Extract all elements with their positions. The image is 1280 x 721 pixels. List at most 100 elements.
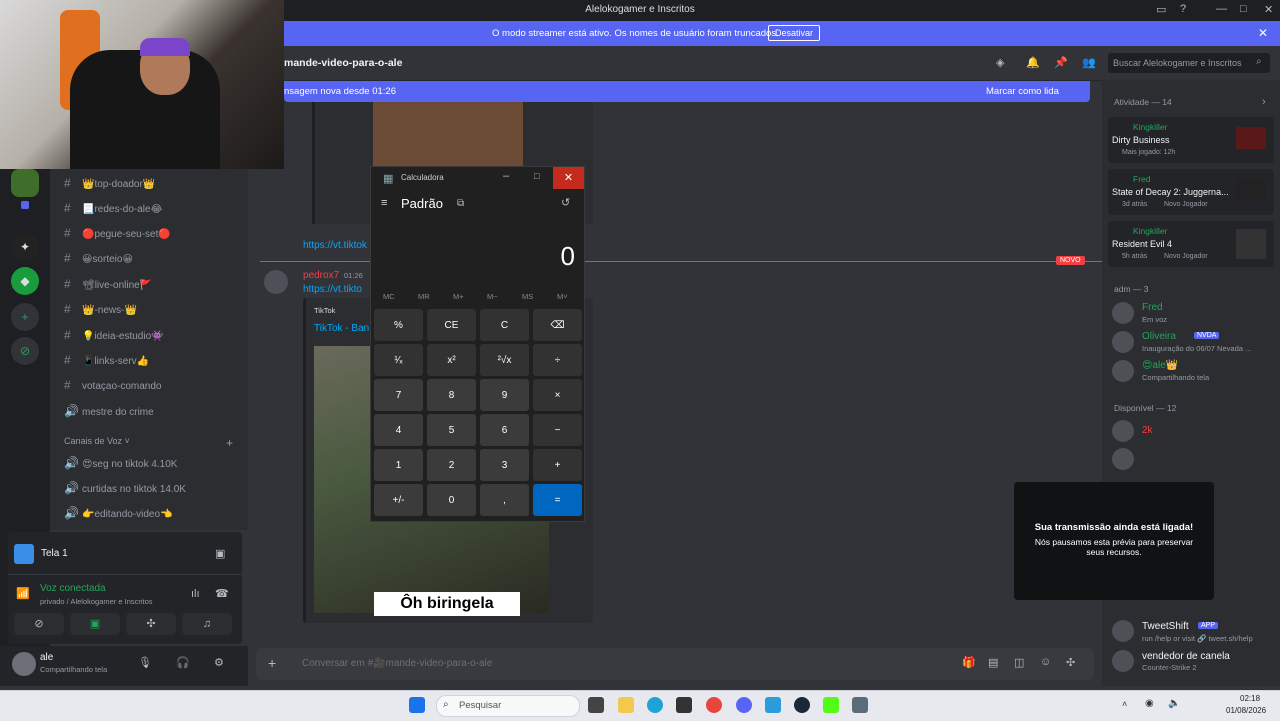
channel-item[interactable]: # 📃redes-do-ale😂 xyxy=(64,201,162,215)
avatar[interactable] xyxy=(1112,650,1134,672)
activity-card[interactable]: Kingkiller Resident Evil 4 5h atrás Novo… xyxy=(1108,221,1274,267)
search-input[interactable]: Buscar Alelokogamer e Inscritos ⌕ xyxy=(1108,53,1270,73)
steam-icon[interactable] xyxy=(794,697,810,713)
camera-off-button[interactable]: ⊘ xyxy=(14,613,64,635)
settings-gear-icon[interactable]: ⚙ xyxy=(214,656,224,669)
folder-icon[interactable] xyxy=(21,201,29,209)
memory-list-button[interactable]: M˅ xyxy=(557,292,568,301)
close-window-button[interactable]: ✕ xyxy=(1264,3,1273,16)
bell-icon[interactable]: 🔔 xyxy=(1026,56,1040,69)
microphone-icon[interactable]: 🎙 xyxy=(138,656,152,669)
multiply-key[interactable]: × xyxy=(533,379,582,411)
channel-item[interactable]: 🔊 mestre do crime xyxy=(64,404,154,418)
stop-share-icon[interactable]: ▣ xyxy=(215,547,225,560)
headphones-icon[interactable]: 🎧 xyxy=(176,656,190,669)
digit-4-key[interactable]: 4 xyxy=(374,414,423,446)
clock-date[interactable]: 01/08/2026 xyxy=(1226,706,1266,715)
channel-item[interactable]: # 👑top-doador👑 xyxy=(64,176,155,190)
network-icon[interactable]: ◉ xyxy=(1145,698,1154,709)
avatar[interactable] xyxy=(1112,420,1134,442)
member-name[interactable]: Oliveira xyxy=(1142,331,1176,342)
server-icon[interactable] xyxy=(11,169,39,197)
message-link[interactable]: https://vt.tiktok xyxy=(303,240,367,251)
threads-icon[interactable]: ◈ xyxy=(996,56,1004,69)
digit-1-key[interactable]: 1 xyxy=(374,449,423,481)
keep-on-top-icon[interactable]: ⧉ xyxy=(457,198,464,209)
subtract-key[interactable]: − xyxy=(533,414,582,446)
file-explorer-icon[interactable] xyxy=(618,697,634,713)
member-name[interactable]: TweetShift xyxy=(1142,621,1189,632)
member-name[interactable]: Fred xyxy=(1142,302,1163,313)
voice-status[interactable]: Voz conectada xyxy=(40,583,106,594)
clear-entry-key[interactable]: CE xyxy=(427,309,476,341)
negate-key[interactable]: +/- xyxy=(374,484,423,516)
add-server-icon[interactable]: + xyxy=(11,303,39,331)
add-attachment-icon[interactable]: + xyxy=(268,655,276,671)
channel-item[interactable]: # 😀sorteio😀 xyxy=(64,251,133,265)
avatar[interactable] xyxy=(1112,448,1134,470)
digit-9-key[interactable]: 9 xyxy=(480,379,529,411)
edge-icon[interactable] xyxy=(647,697,663,713)
minimize-button[interactable]: — xyxy=(1216,3,1227,15)
add-channel-icon[interactable]: + xyxy=(226,436,233,450)
digit-3-key[interactable]: 3 xyxy=(480,449,529,481)
maximize-button[interactable]: □ xyxy=(1240,3,1247,15)
percent-key[interactable]: % xyxy=(374,309,423,341)
embed-title[interactable]: TikTok - Ban xyxy=(314,323,369,334)
square-key[interactable]: x² xyxy=(427,344,476,376)
disconnect-icon[interactable]: ☎ xyxy=(215,587,229,600)
voice-channel-item[interactable]: 🔊 👉editando-video👈 xyxy=(64,506,173,520)
help-icon[interactable]: ? xyxy=(1180,3,1186,15)
calculator-taskbar-icon[interactable] xyxy=(852,697,868,713)
activity-card[interactable]: Fred State of Decay 2: Juggerna... 3d at… xyxy=(1108,169,1274,215)
gif-icon[interactable]: ▤ xyxy=(988,656,998,669)
member-name[interactable]: 2k xyxy=(1142,425,1153,436)
channel-item[interactable]: # 👑-news-👑 xyxy=(64,302,137,316)
taskbar-search[interactable]: ⌕ Pesquisar xyxy=(436,695,580,717)
add-key[interactable]: + xyxy=(533,449,582,481)
chevron-right-icon[interactable]: › xyxy=(1262,96,1266,108)
activity-card[interactable]: Kingkiller Dirty Business Mais jogado: 1… xyxy=(1108,117,1274,163)
digit-2-key[interactable]: 2 xyxy=(427,449,476,481)
voice-channel-item[interactable]: 🔊 curtidas no tiktok 14.0K xyxy=(64,481,186,495)
member-name[interactable]: 😍ale👑 xyxy=(1142,360,1178,371)
voice-category-header[interactable]: Canais de Voz ˅ xyxy=(64,436,130,446)
digit-0-key[interactable]: 0 xyxy=(427,484,476,516)
pin-icon[interactable]: 📌 xyxy=(1054,56,1068,69)
square-root-key[interactable]: ²√x xyxy=(480,344,529,376)
channel-item[interactable]: # votaçao-comando xyxy=(64,378,162,392)
members-icon[interactable]: 👥 xyxy=(1082,56,1096,69)
voice-channel-item[interactable]: 🔊 😍seg no tiktok 4.10K xyxy=(64,456,177,470)
activities-button[interactable]: ✣ xyxy=(126,613,176,635)
task-view-icon[interactable] xyxy=(588,697,604,713)
memory-recall-button[interactable]: MR xyxy=(418,292,430,301)
digit-8-key[interactable]: 8 xyxy=(427,379,476,411)
digit-7-key[interactable]: 7 xyxy=(374,379,423,411)
calculator-close-button[interactable]: ✕ xyxy=(553,167,584,189)
sticker-icon[interactable]: ◫ xyxy=(1014,656,1024,669)
avatar[interactable] xyxy=(1112,360,1134,382)
memory-add-button[interactable]: M+ xyxy=(453,292,464,301)
divide-key[interactable]: ÷ xyxy=(533,344,582,376)
server-icon-mercedes[interactable]: ✦ xyxy=(11,233,39,261)
decimal-key[interactable]: , xyxy=(480,484,529,516)
inbox-icon[interactable]: ▭ xyxy=(1156,3,1166,16)
mark-as-read-button[interactable]: Marcar como lida xyxy=(986,86,1059,97)
emoji-icon[interactable]: ☺ xyxy=(1040,656,1051,668)
avatar[interactable] xyxy=(1112,331,1134,353)
calculator-maximize-button[interactable]: □ xyxy=(534,171,539,181)
memory-subtract-button[interactable]: M− xyxy=(487,292,498,301)
avatar[interactable] xyxy=(1112,620,1134,642)
reciprocal-key[interactable]: ¹⁄ₓ xyxy=(374,344,423,376)
channel-item[interactable]: # 💡ideia-estudio👾 xyxy=(64,328,164,342)
member-name[interactable]: vendedor de canela xyxy=(1142,651,1230,662)
channel-item[interactable]: # 📱links-serv👍 xyxy=(64,353,149,367)
photos-icon[interactable] xyxy=(765,697,781,713)
explore-icon[interactable]: ⊘ xyxy=(11,337,39,365)
kick-icon[interactable] xyxy=(823,697,839,713)
digit-5-key[interactable]: 5 xyxy=(427,414,476,446)
noise-suppression-icon[interactable]: ılı xyxy=(191,588,200,600)
avatar[interactable] xyxy=(12,652,36,676)
volume-icon[interactable]: 🔈 xyxy=(1168,698,1180,709)
clock-time[interactable]: 02:18 xyxy=(1240,694,1260,703)
